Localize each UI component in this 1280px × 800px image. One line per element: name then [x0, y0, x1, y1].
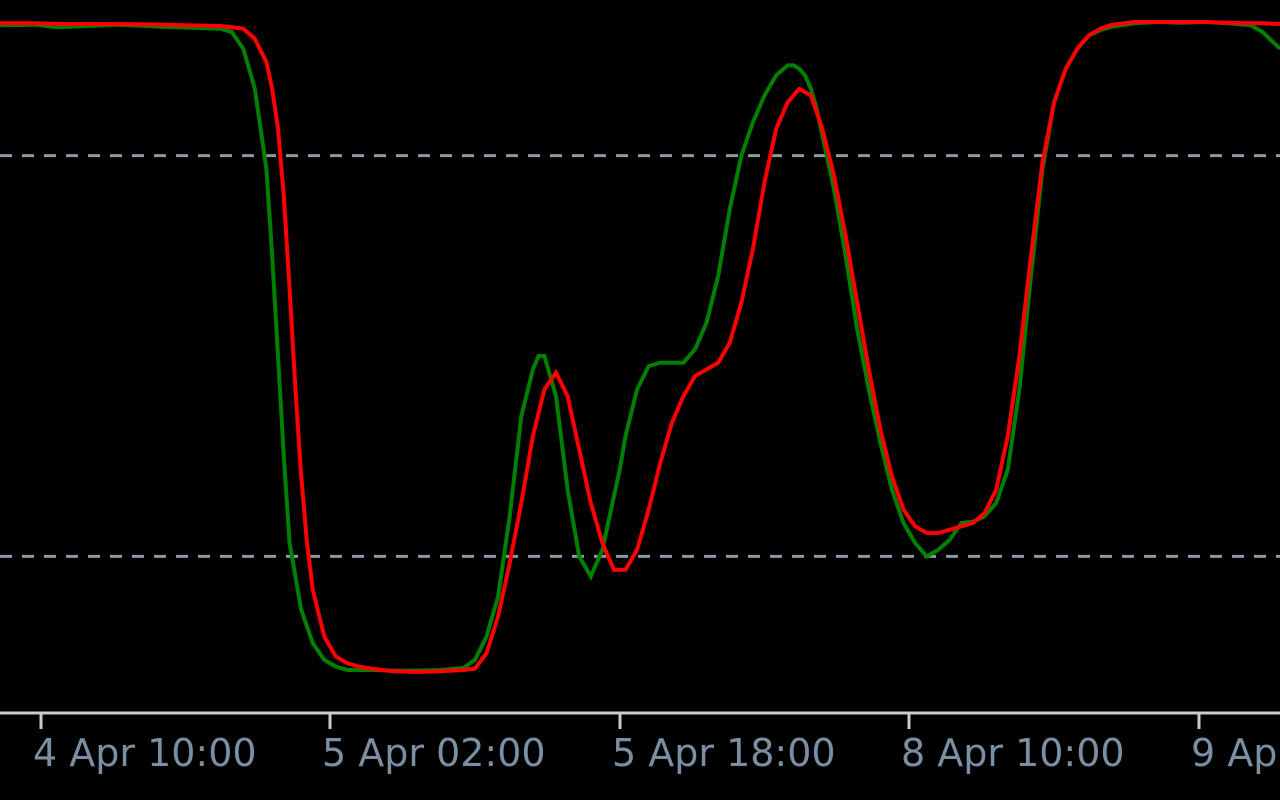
series-line-2 — [0, 20, 1280, 675]
level-lines — [0, 154, 1280, 558]
x-tick-label-3: 5 Apr 18:00 — [612, 731, 836, 775]
series-layer — [0, 19, 1280, 675]
x-tick-label-5: 9 Ap — [1191, 731, 1277, 775]
x-tick-label-2: 5 Apr 02:00 — [322, 731, 546, 775]
series-line-1 — [0, 19, 1280, 673]
x-tick-label-4: 8 Apr 10:00 — [901, 731, 1125, 775]
x-tick-label-1: 4 Apr 10:00 — [33, 731, 257, 775]
chart-svg: 4 Apr 10:00 5 Apr 02:00 5 Apr 18:00 8 Apr 1… — [0, 19, 1280, 775]
stochastic-chart: 4 Apr 10:00 5 Apr 02:00 5 Apr 18:00 8 Apr 1… — [0, 0, 1280, 800]
x-axis-ticks: 4 Apr 10:00 5 Apr 02:00 5 Apr 18:00 8 Apr 1… — [33, 713, 1277, 775]
